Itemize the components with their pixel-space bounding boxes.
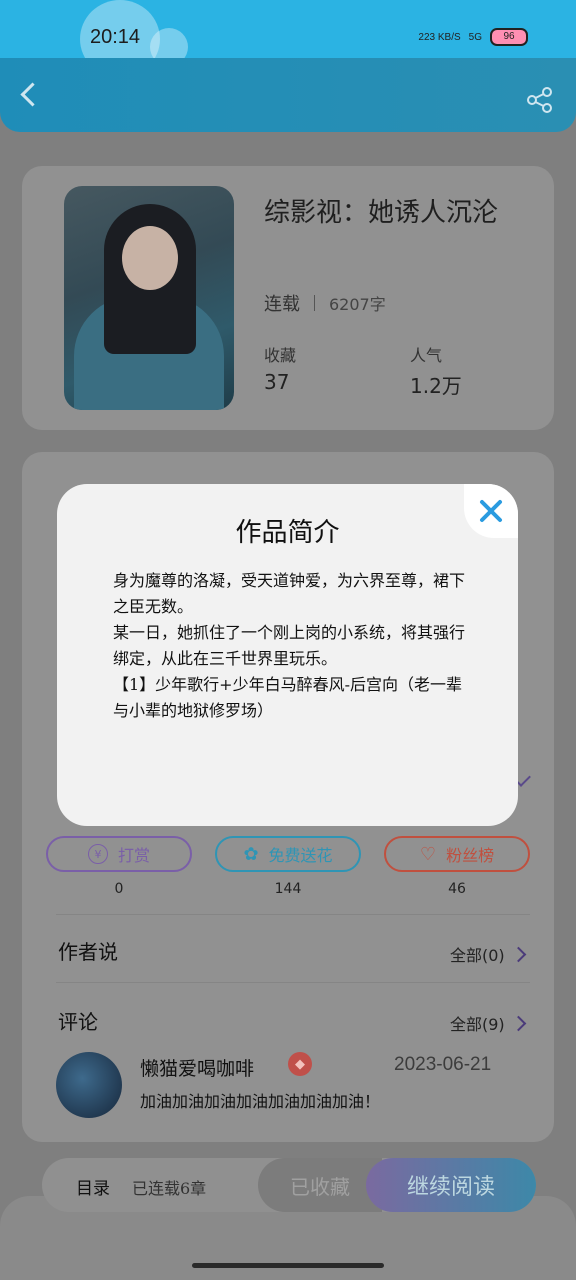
- reward-button[interactable]: ¥ 打赏: [46, 836, 192, 872]
- network-type: 5G: [468, 31, 482, 43]
- comment-date: 2023-06-21: [394, 1054, 492, 1075]
- author-says-all-link[interactable]: 全部(0): [450, 942, 526, 966]
- continue-reading-button[interactable]: 继续阅读: [366, 1158, 536, 1212]
- network-speed: 223 KB/S: [418, 31, 461, 43]
- send-flower-label: 免费送花: [268, 846, 333, 865]
- fan-rank-label: 粉丝榜: [446, 846, 495, 865]
- synopsis-modal: 作品简介 身为魔尊的洛凝，受天道钟爱，为六界至尊，裙下之臣无数。 某一日，她抓住…: [57, 484, 518, 826]
- vip-badge-icon: ◆: [288, 1052, 312, 1076]
- reward-count: 0: [114, 881, 124, 897]
- reward-label: 打赏: [117, 846, 150, 865]
- home-indicator[interactable]: [192, 1263, 384, 1268]
- yen-icon: ¥: [87, 844, 108, 864]
- share-icon[interactable]: [526, 86, 554, 114]
- collect-value: 37: [264, 370, 290, 394]
- status-time: 20:14: [90, 26, 141, 48]
- author-says-label: 作者说: [58, 940, 118, 964]
- popularity-value: 1.2万: [410, 374, 462, 398]
- fan-icon: ♡: [419, 843, 437, 865]
- battery-icon: 96: [490, 28, 528, 46]
- fan-rank-button[interactable]: ♡ 粉丝榜: [384, 836, 530, 872]
- book-status: 连载: [264, 294, 300, 315]
- book-meta: 连载 6207字: [264, 290, 386, 316]
- collected-button[interactable]: 已收藏: [258, 1158, 382, 1212]
- comments-all: 全部(9): [450, 1015, 505, 1034]
- chevron-right-icon: [510, 1015, 526, 1031]
- book-cover[interactable]: [64, 186, 234, 410]
- divider: [56, 982, 530, 983]
- book-title: 综影视：她诱人沉沦: [264, 198, 499, 228]
- collect-label: 收藏: [264, 346, 297, 365]
- comments-all-link[interactable]: 全部(9): [450, 1011, 526, 1035]
- meta-divider: [314, 295, 315, 311]
- divider: [56, 914, 530, 915]
- catalog-status: 已连载6章: [132, 1179, 207, 1198]
- flower-count: 144: [274, 881, 302, 897]
- comment-user[interactable]: 懒猫爱喝咖啡: [140, 1054, 254, 1081]
- avatar[interactable]: [56, 1052, 122, 1118]
- app-header: [0, 58, 576, 132]
- close-icon: [480, 500, 502, 522]
- send-flower-button[interactable]: ✿ 免费送花: [215, 836, 361, 872]
- close-button[interactable]: [464, 484, 518, 538]
- comment-text: 加油加油加油加油加油加油加油！: [140, 1092, 381, 1111]
- chevron-right-icon: [510, 946, 526, 962]
- modal-title: 作品简介: [235, 518, 340, 548]
- author-says-all: 全部(0): [450, 946, 505, 965]
- cover-face: [122, 226, 178, 290]
- word-count: 6207字: [329, 295, 386, 314]
- modal-body: 身为魔尊的洛凝，受天道钟爱，为六界至尊，裙下之臣无数。 某一日，她抓住了一个刚上…: [113, 571, 466, 720]
- status-icons: 223 KB/S 5G 96: [418, 28, 528, 46]
- popularity-label: 人气: [410, 346, 443, 365]
- flower-icon: ✿: [243, 843, 259, 865]
- fan-count: 46: [448, 881, 466, 897]
- catalog-button[interactable]: 目录: [76, 1174, 110, 1199]
- comments-label: 评论: [58, 1010, 98, 1034]
